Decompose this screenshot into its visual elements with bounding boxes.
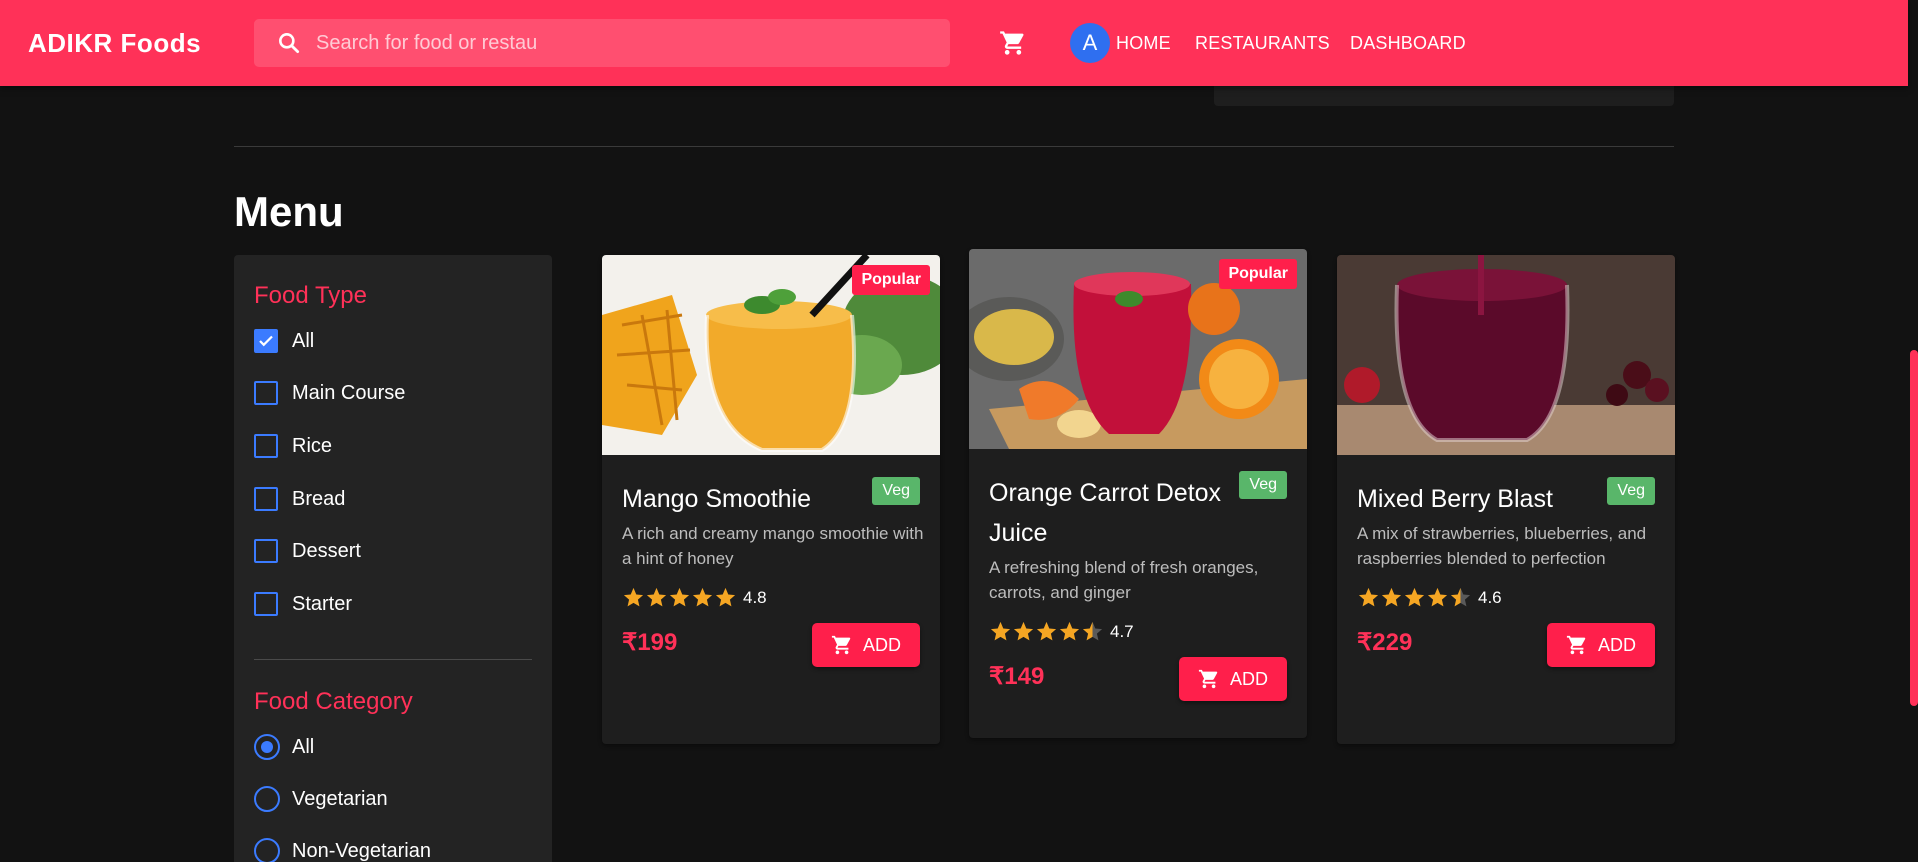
star-icon [1082, 621, 1103, 641]
star-icon [990, 621, 1011, 641]
radio-selected[interactable] [254, 734, 280, 760]
checkbox-checked[interactable] [254, 329, 278, 353]
cart-icon [1198, 669, 1218, 689]
star-icon [669, 587, 690, 607]
nav-dashboard[interactable]: DASHBOARD [1350, 33, 1466, 54]
star-icon [1059, 621, 1080, 641]
search-box[interactable] [254, 19, 950, 67]
food-type-title: Food Type [254, 282, 367, 309]
rating: 4.8 [622, 586, 767, 609]
option-label: All [292, 329, 315, 352]
rating: 4.7 [989, 620, 1134, 643]
rating-value: 4.8 [743, 587, 767, 607]
price: ₹229 [1357, 629, 1413, 656]
check-icon [259, 335, 273, 347]
star-icon [1381, 587, 1402, 607]
add-label: ADD [1597, 634, 1636, 655]
star-icon [1450, 587, 1471, 607]
app-bar: ADIKR Foods A HOME RESTAURANTS DASHBOARD [0, 0, 1908, 86]
filter-category-all[interactable]: All [254, 734, 314, 760]
filter-divider [254, 659, 532, 660]
food-image [1337, 255, 1675, 455]
nav-restaurants[interactable]: RESTAURANTS [1195, 33, 1330, 54]
filter-category-vegetarian[interactable]: Vegetarian [254, 786, 388, 812]
brand-logo[interactable]: ADIKR Foods [28, 28, 201, 59]
star-icon [646, 587, 667, 607]
radio[interactable] [254, 838, 280, 862]
food-image: Popular [969, 249, 1307, 449]
food-image: Popular [602, 255, 940, 455]
option-label: Rice [292, 434, 333, 457]
checkbox[interactable] [254, 487, 278, 511]
filter-food-type-rice[interactable]: Rice [254, 434, 332, 458]
food-title: Orange Carrot Detox Juice [989, 479, 1222, 547]
scrollbar-thumb[interactable] [1910, 350, 1918, 706]
food-description: A rich and creamy mango smoothie with a … [622, 524, 924, 568]
star-icon [692, 587, 713, 607]
nav-home[interactable]: HOME [1116, 33, 1171, 54]
food-description: A mix of strawberries, blueberries, and … [1357, 524, 1647, 568]
food-title: Mango Smoothie [622, 485, 812, 513]
food-title: Mixed Berry Blast [1357, 485, 1553, 513]
food-description: A refreshing blend of fresh oranges, car… [989, 558, 1259, 602]
star-icon [1036, 621, 1057, 641]
section-divider [234, 146, 1674, 147]
filter-food-type-main-course[interactable]: Main Course [254, 381, 405, 405]
star-icon [1358, 587, 1379, 607]
popular-badge: Popular [852, 265, 930, 295]
add-to-cart-button[interactable]: ADD [812, 623, 920, 667]
food-card[interactable]: Mixed Berry Blast Veg A mix of strawberr… [1337, 255, 1675, 744]
price: ₹199 [622, 629, 678, 656]
search-icon [279, 33, 300, 54]
checkbox[interactable] [254, 434, 278, 458]
option-label: Non-Vegetarian [292, 839, 431, 862]
veg-badge: Veg [872, 477, 920, 505]
option-label: Vegetarian [292, 787, 388, 810]
filter-food-type-all[interactable]: All [254, 329, 314, 353]
checkbox[interactable] [254, 539, 278, 563]
filter-food-type-dessert[interactable]: Dessert [254, 539, 361, 563]
cart-icon [831, 635, 851, 655]
filter-panel: Food Type All Main Course Rice Bread Des… [234, 255, 552, 862]
add-label: ADD [1229, 668, 1268, 689]
option-label: Dessert [292, 539, 361, 562]
star-icon [715, 587, 736, 607]
avatar[interactable]: A [1070, 23, 1110, 63]
add-to-cart-button[interactable]: ADD [1179, 657, 1287, 701]
add-label: ADD [862, 634, 901, 655]
star-icon [623, 587, 644, 607]
cart-icon [1000, 31, 1024, 55]
star-icon [1427, 587, 1448, 607]
add-to-cart-button[interactable]: ADD [1547, 623, 1655, 667]
search-input[interactable] [316, 31, 538, 55]
option-label: Starter [292, 592, 353, 615]
option-label: Bread [292, 487, 346, 510]
food-card[interactable]: Popular Orange Carrot Detox Juice Veg A … [969, 249, 1307, 738]
rating: 4.6 [1357, 586, 1502, 609]
menu-title: Menu [234, 188, 344, 235]
option-label: All [292, 735, 315, 758]
star-rating [1357, 586, 1472, 609]
filter-food-type-bread[interactable]: Bread [254, 487, 345, 511]
checkbox[interactable] [254, 381, 278, 405]
price: ₹149 [989, 663, 1045, 690]
filter-food-type-starter[interactable]: Starter [254, 592, 352, 616]
cart-button[interactable] [999, 29, 1027, 62]
rating-value: 4.6 [1478, 587, 1502, 607]
star-icon [1404, 587, 1425, 607]
star-rating [622, 586, 737, 609]
filter-category-non-vegetarian[interactable]: Non-Vegetarian [254, 838, 431, 862]
option-label: Main Course [292, 381, 406, 404]
popular-badge: Popular [1219, 259, 1297, 289]
rating-value: 4.7 [1110, 621, 1134, 641]
food-category-title: Food Category [254, 688, 413, 715]
veg-badge: Veg [1239, 471, 1287, 499]
food-card[interactable]: Popular Mango Smoothie Veg A rich and cr… [602, 255, 940, 744]
star-rating [989, 620, 1104, 643]
star-icon [1013, 621, 1034, 641]
veg-badge: Veg [1607, 477, 1655, 505]
radio[interactable] [254, 786, 280, 812]
checkbox[interactable] [254, 592, 278, 616]
cart-icon [1566, 635, 1586, 655]
